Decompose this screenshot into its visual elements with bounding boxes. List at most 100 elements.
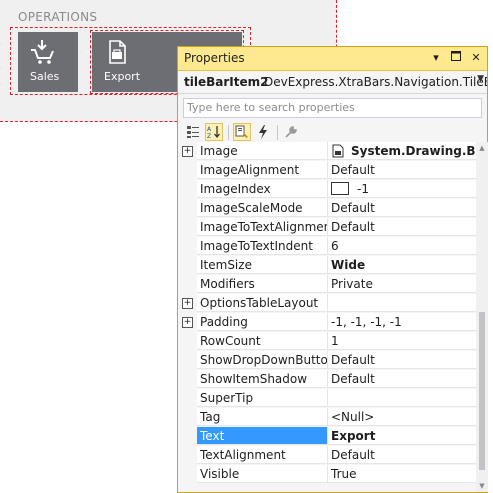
property-value[interactable]: Default	[328, 446, 476, 464]
property-name[interactable]: Tag	[197, 408, 328, 426]
property-row[interactable]: + OptionsTableLayout	[178, 294, 476, 313]
expand-plus-icon[interactable]: +	[182, 298, 193, 309]
property-name[interactable]: ImageScaleMode	[197, 199, 328, 217]
events-icon[interactable]	[254, 123, 272, 141]
expand-plus-icon[interactable]: +	[182, 146, 193, 157]
property-value[interactable]: -1, -1, -1, -1	[328, 313, 476, 331]
property-row[interactable]: ImageToTextAlignment Default	[178, 218, 476, 237]
property-name[interactable]: RowCount	[197, 332, 328, 350]
alphabetical-icon[interactable]: A Z	[205, 123, 223, 141]
property-name[interactable]: ItemSize	[197, 256, 328, 274]
property-row[interactable]: RowCount 1	[178, 332, 476, 351]
row-gutter	[178, 237, 197, 256]
row-gutter	[178, 427, 197, 446]
properties-title: Properties	[184, 51, 245, 65]
property-row[interactable]: Tag <Null>	[178, 408, 476, 427]
property-value[interactable]: 1	[328, 332, 476, 350]
property-row[interactable]: ImageToTextIndent 6	[178, 237, 476, 256]
property-value[interactable]: Export	[328, 427, 476, 445]
row-gutter	[178, 199, 197, 218]
property-row[interactable]: + Image System.Drawing.Bitm	[178, 142, 476, 161]
maximize-icon[interactable]	[449, 50, 463, 66]
categorized-icon[interactable]	[184, 123, 202, 141]
property-value-text: System.Drawing.Bitm	[351, 144, 476, 158]
property-row[interactable]: Visible True	[178, 465, 476, 484]
property-row[interactable]: ImageScaleMode Default	[178, 199, 476, 218]
property-pages-icon[interactable]	[282, 123, 300, 141]
property-name[interactable]: ImageToTextIndent	[197, 237, 328, 255]
property-value[interactable]	[328, 389, 476, 407]
property-value-text: Default	[331, 372, 375, 386]
tile-group-label: OPERATIONS	[18, 10, 98, 24]
tile-sales[interactable]: Sales	[18, 32, 78, 92]
property-name[interactable]: ShowDropDownButton	[197, 351, 328, 369]
search-box[interactable]	[183, 98, 482, 118]
property-row[interactable]: TextAlignment Default	[178, 446, 476, 465]
property-name[interactable]: ImageToTextAlignment	[197, 218, 328, 236]
row-gutter	[178, 351, 197, 370]
property-value[interactable]: Default	[328, 218, 476, 236]
property-value-text: 1	[331, 334, 339, 348]
expand-plus-icon[interactable]: +	[182, 317, 193, 328]
property-value-text: True	[331, 467, 357, 481]
property-row[interactable]: ImageIndex -1	[178, 180, 476, 199]
property-row[interactable]: Modifiers Private	[178, 275, 476, 294]
property-name[interactable]: OptionsTableLayout	[197, 294, 328, 312]
row-gutter	[178, 465, 197, 484]
property-value[interactable]: -1	[328, 180, 476, 198]
property-name[interactable]: Text	[197, 427, 328, 445]
tile-sales-label: Sales	[30, 70, 60, 83]
property-row[interactable]: ImageAlignment Default	[178, 161, 476, 180]
property-row[interactable]: ItemSize Wide	[178, 256, 476, 275]
property-row[interactable]: ShowDropDownButton Default	[178, 351, 476, 370]
scroll-down-icon[interactable]: ▼	[478, 482, 486, 490]
property-row[interactable]: SuperTip	[178, 389, 476, 408]
close-icon[interactable]: ✕	[469, 50, 483, 66]
property-value[interactable]: Default	[328, 351, 476, 369]
property-value[interactable]	[328, 294, 476, 312]
scroll-up-icon[interactable]: ▲	[478, 144, 486, 152]
row-gutter	[178, 370, 197, 389]
property-name[interactable]: SuperTip	[197, 389, 328, 407]
property-value-text: <Null>	[331, 410, 375, 424]
property-name[interactable]: Visible	[197, 465, 328, 483]
tile-export-label: Export	[104, 70, 141, 83]
scrollbar-thumb[interactable]	[479, 312, 485, 470]
property-row[interactable]: ShowItemShadow Default	[178, 370, 476, 389]
svg-text:Z: Z	[207, 133, 211, 139]
property-row[interactable]: Text Export	[178, 427, 476, 446]
property-value[interactable]: Default	[328, 161, 476, 179]
vertical-scrollbar[interactable]: ▲ ▼	[476, 142, 488, 492]
dropdown-arrow-icon[interactable]: ▾	[429, 50, 443, 66]
cart-download-icon	[31, 40, 54, 64]
property-name[interactable]: Image	[197, 142, 328, 160]
properties-title-bar[interactable]: Properties ▾ ✕	[178, 47, 487, 71]
property-grid: +ImageSystem.Drawing.BitmImageAlignmentD…	[178, 142, 476, 484]
property-value[interactable]: Private	[328, 275, 476, 293]
property-name[interactable]: ImageAlignment	[197, 161, 328, 179]
property-name[interactable]: ImageIndex	[197, 180, 328, 198]
property-name[interactable]: Modifiers	[197, 275, 328, 293]
property-name[interactable]: ShowItemShadow	[197, 370, 328, 388]
svg-text:A: A	[207, 126, 212, 133]
document-export-icon	[109, 40, 126, 64]
property-value[interactable]: Default	[328, 199, 476, 217]
row-gutter	[178, 446, 197, 465]
row-gutter	[178, 161, 197, 180]
search-input[interactable]	[184, 99, 473, 115]
property-value[interactable]: Wide	[328, 256, 476, 274]
property-value[interactable]: Default	[328, 370, 476, 388]
property-value[interactable]: <Null>	[328, 408, 476, 426]
row-gutter	[178, 218, 197, 237]
property-value-text: -1	[357, 182, 369, 196]
object-type: DevExpress.XtraBars.Navigation.TileBarIt	[264, 75, 487, 89]
property-value[interactable]: 6	[328, 237, 476, 255]
property-name[interactable]: Padding	[197, 313, 328, 331]
properties-icon[interactable]	[233, 123, 251, 141]
chevron-down-icon[interactable]: ▼	[477, 74, 484, 84]
object-selector[interactable]: tileBarItem2 DevExpress.XtraBars.Navigat…	[178, 71, 487, 94]
property-value[interactable]: True	[328, 465, 476, 483]
property-name[interactable]: TextAlignment	[197, 446, 328, 464]
property-value[interactable]: System.Drawing.Bitm	[328, 142, 476, 160]
property-row[interactable]: + Padding -1, -1, -1, -1	[178, 313, 476, 332]
